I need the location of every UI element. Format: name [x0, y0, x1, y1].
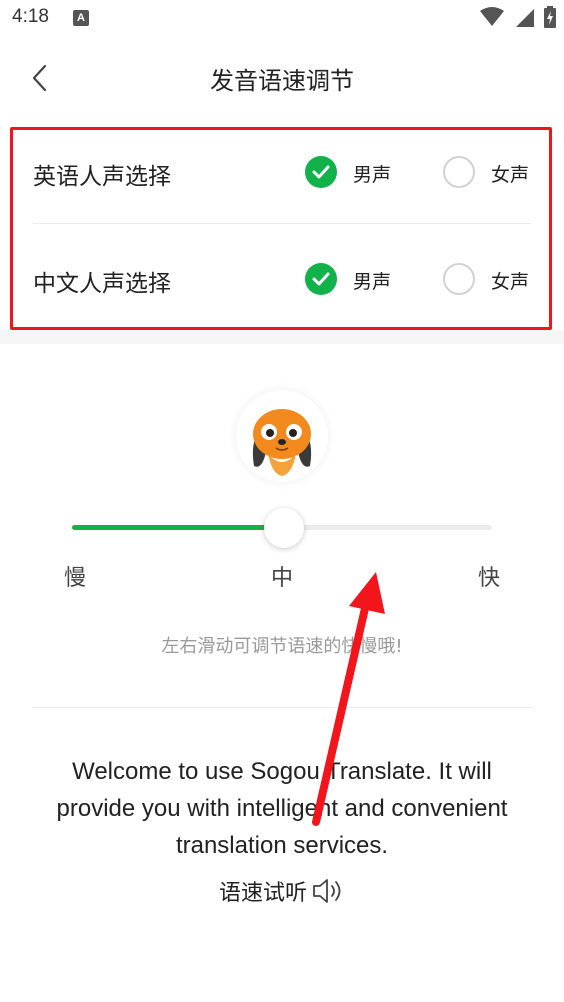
status-bar: 4:18 A [0, 0, 564, 38]
chinese-female-radio[interactable] [443, 263, 475, 295]
status-icons [480, 6, 556, 28]
speed-label-slow: 慢 [64, 566, 87, 591]
status-time: 4:18 [12, 6, 49, 27]
notification-icon: A [73, 10, 89, 26]
checkmark-icon [312, 165, 330, 179]
header: 发音语速调节 [0, 38, 564, 118]
mascot-dog-icon [252, 409, 312, 476]
speed-hint: 左右滑动可调节语速的快慢哦! [161, 636, 403, 657]
english-voice-label: 英语人声选择 [33, 164, 171, 190]
english-voice-row: 英语人声选择 男声 女声 [33, 132, 533, 212]
english-male-radio[interactable] [305, 156, 337, 188]
page-title: 发音语速调节 [210, 67, 354, 95]
chinese-voice-label: 中文人声选择 [33, 271, 171, 297]
battery-icon [544, 6, 556, 28]
listen-label: 语速试听 [218, 881, 307, 906]
chinese-voice-row: 中文人声选择 男声 女声 [33, 239, 533, 319]
english-female-radio[interactable] [443, 156, 475, 188]
divider [32, 707, 532, 708]
sample-text: Welcome to use Sogou Translate. It will … [56, 758, 508, 859]
wifi-icon [480, 7, 504, 26]
voice-selection-card: 英语人声选择 男声 女声 中文人声选择 男声 女声 [10, 127, 552, 330]
section-separator [0, 330, 564, 344]
signal-icon [516, 9, 534, 27]
chinese-male-label[interactable]: 男声 [353, 267, 391, 294]
english-male-label[interactable]: 男声 [353, 160, 391, 187]
english-female-label[interactable]: 女声 [491, 160, 529, 187]
speed-label-fast: 快 [478, 566, 501, 591]
speed-label-medium: 中 [271, 566, 294, 591]
chinese-female-label[interactable]: 女声 [491, 267, 529, 294]
listen-button[interactable]: 语速试听 [0, 875, 564, 907]
screen: 4:18 A 发音语速调节 英语人声选择 男声 女声 中文人声选择 男声 女声 … [0, 0, 564, 1002]
checkmark-icon [312, 272, 330, 286]
speaker-icon [313, 879, 341, 903]
row-divider [33, 223, 531, 224]
speed-slider-fill [72, 525, 282, 530]
speed-slider-thumb[interactable] [264, 508, 304, 548]
chinese-male-radio[interactable] [305, 263, 337, 295]
mascot-avatar [236, 390, 328, 482]
